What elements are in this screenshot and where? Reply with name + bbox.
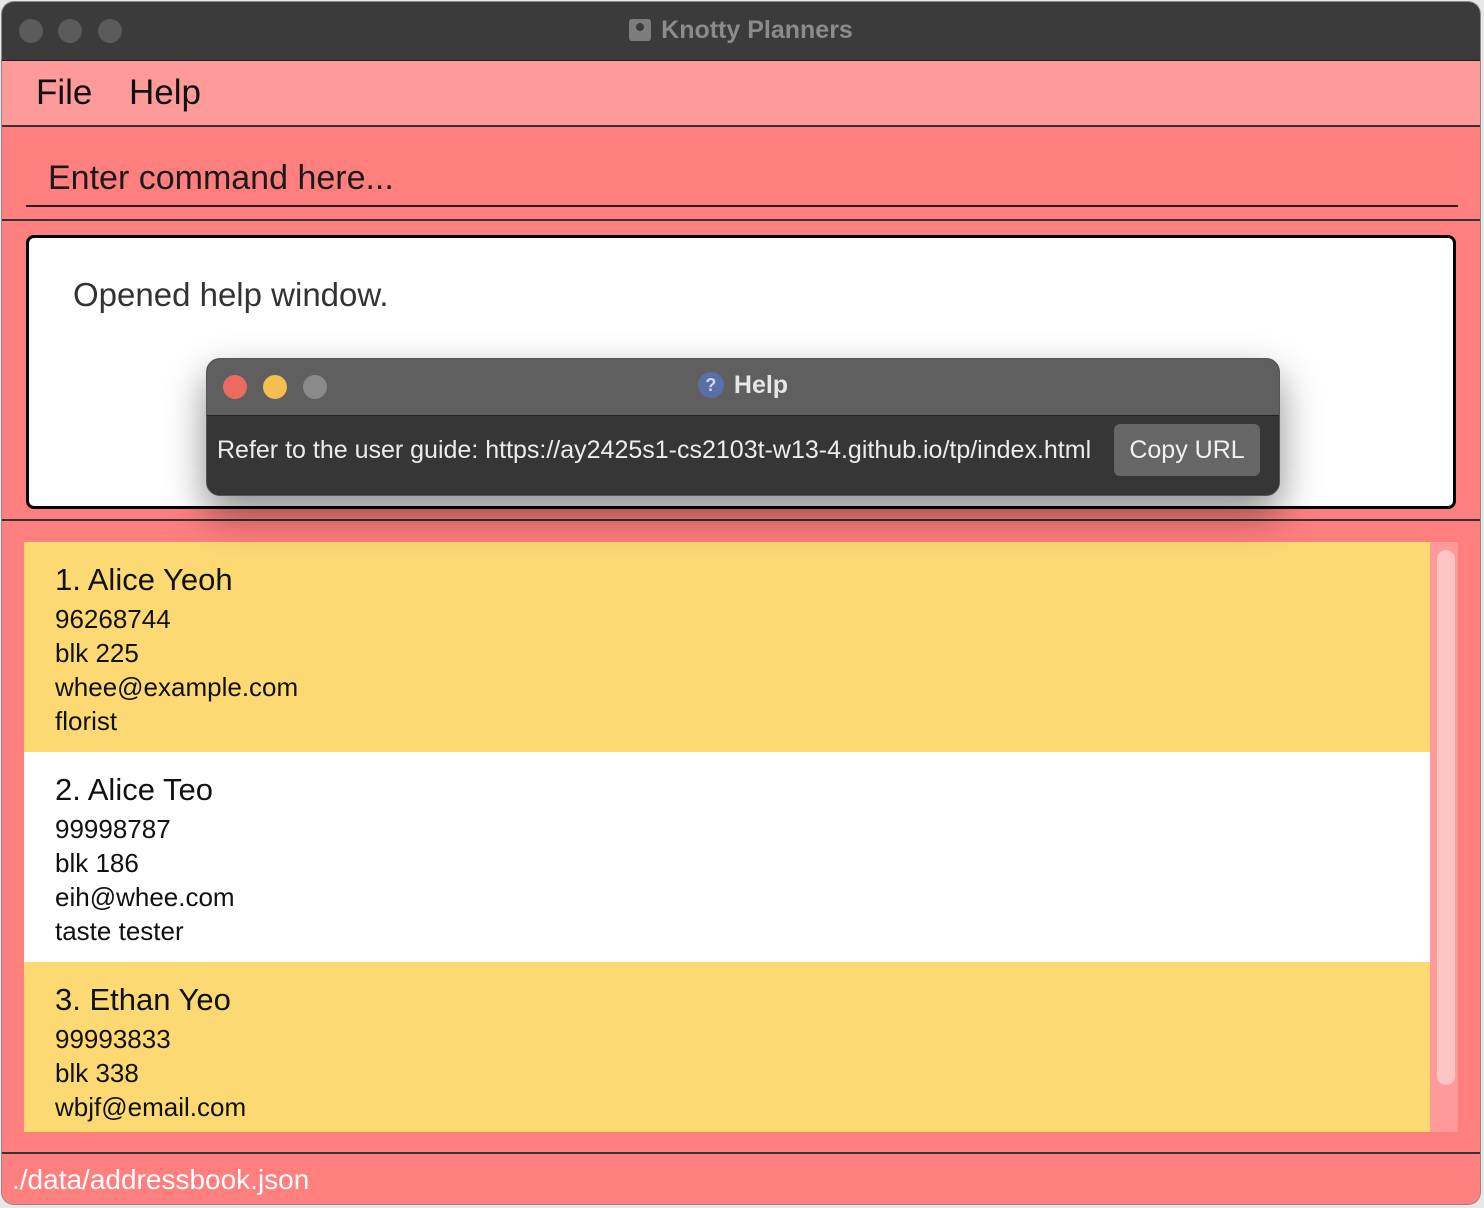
person-address: blk 186 <box>55 848 139 878</box>
address-book-icon <box>629 19 652 41</box>
person-card[interactable]: 3. Ethan Yeo 99993833 blk 338 wbjf@email… <box>24 962 1430 1132</box>
person-address: blk 225 <box>55 638 139 668</box>
window-title: Knotty Planners <box>2 16 1480 45</box>
person-address: blk 338 <box>55 1058 139 1088</box>
copy-url-button[interactable]: Copy URL <box>1114 424 1260 476</box>
help-body: Refer to the user guide: https://ay2425s… <box>207 416 1279 495</box>
help-title-bar[interactable]: ? Help <box>207 359 1279 416</box>
person-card[interactable]: 2. Alice Teo 99998787 blk 186 eih@whee.c… <box>24 752 1430 962</box>
question-icon: ? <box>697 372 724 398</box>
person-job: florist <box>55 706 118 736</box>
person-list[interactable]: 1. Alice Yeoh 96268744 blk 225 whee@exam… <box>24 542 1458 1132</box>
person-job: taste tester <box>55 916 184 946</box>
person-email: whee@example.com <box>55 672 299 702</box>
person-email: wbjf@email.com <box>55 1092 247 1122</box>
menu-bar: File Help <box>2 61 1480 127</box>
menu-file[interactable]: File <box>36 73 92 113</box>
window-title-text: Knotty Planners <box>661 16 853 44</box>
main-window: Knotty Planners File Help Opened help wi… <box>2 2 1480 1204</box>
person-email: eih@whee.com <box>55 882 235 912</box>
person-phone: 99998787 <box>55 814 171 844</box>
title-bar[interactable]: Knotty Planners <box>2 2 1480 61</box>
person-phone: 99993833 <box>55 1024 171 1054</box>
command-input[interactable] <box>26 143 1458 207</box>
help-title: ? Help <box>207 371 1279 400</box>
status-bar: ./data/addressbook.json <box>2 1154 1480 1204</box>
person-name: 2. Alice Teo <box>55 772 213 807</box>
person-name: 1. Alice Yeoh <box>55 562 233 597</box>
help-dialog: ? Help Refer to the user guide: https://a… <box>206 358 1280 496</box>
list-scrollbar[interactable] <box>1430 542 1458 1132</box>
person-name: 3. Ethan Yeo <box>55 982 231 1017</box>
person-card[interactable]: 1. Alice Yeoh 96268744 blk 225 whee@exam… <box>24 542 1430 752</box>
help-title-text: Help <box>733 371 789 399</box>
save-file-path: ./data/addressbook.json <box>12 1164 310 1195</box>
command-box <box>2 127 1480 221</box>
person-list-panel: 1. Alice Yeoh 96268744 blk 225 whee@exam… <box>2 522 1480 1154</box>
scrollbar-thumb[interactable] <box>1437 550 1455 1085</box>
menu-help[interactable]: Help <box>129 73 201 113</box>
help-message: Refer to the user guide: https://ay2425s… <box>217 436 1092 464</box>
person-phone: 96268744 <box>55 604 171 634</box>
result-message: Opened help window. <box>73 276 389 313</box>
